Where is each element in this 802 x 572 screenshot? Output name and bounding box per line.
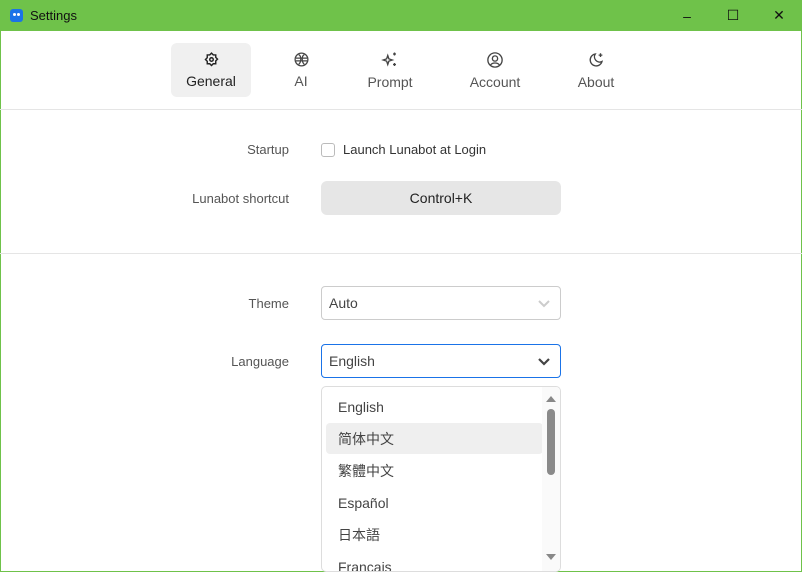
chevron-down-icon (538, 300, 550, 308)
divider (0, 253, 802, 254)
language-select[interactable]: English (321, 344, 561, 378)
ai-knot-icon (293, 52, 309, 67)
tab-label: Account (469, 74, 521, 90)
title-bar: Settings – ☐ ✕ (0, 0, 802, 31)
tab-label: Prompt (367, 74, 413, 90)
tab-label: General (186, 73, 236, 89)
language-option[interactable]: 简体中文 (326, 423, 543, 454)
moon-star-icon (589, 53, 604, 67)
window-title: Settings (30, 8, 77, 23)
language-option[interactable]: 繁體中文 (326, 455, 543, 486)
maximize-button[interactable]: ☐ (710, 0, 756, 31)
tab-about[interactable]: About (556, 43, 636, 97)
tab-bar: General AI Prompt Account About (0, 31, 802, 110)
scrollbar-thumb[interactable] (547, 409, 555, 475)
tab-prompt[interactable]: Prompt (350, 43, 430, 97)
theme-select[interactable]: Auto (321, 286, 561, 320)
language-option[interactable]: Français (326, 551, 543, 572)
tab-ai[interactable]: AI (261, 43, 341, 97)
chevron-down-icon (538, 358, 550, 366)
language-option[interactable]: 日本語 (326, 519, 543, 550)
app-logo-icon (10, 9, 23, 22)
scroll-up-arrow-icon[interactable] (546, 396, 556, 402)
tab-account[interactable]: Account (455, 43, 535, 97)
launch-at-login-checkbox[interactable] (321, 143, 335, 157)
minimize-button[interactable]: – (664, 0, 710, 31)
theme-value: Auto (329, 295, 358, 311)
tab-label: About (577, 74, 615, 90)
language-dropdown: English 简体中文 繁體中文 Español 日本語 Français (321, 386, 561, 572)
sparkles-icon (381, 52, 396, 67)
user-circle-icon (487, 52, 503, 68)
launch-at-login-label[interactable]: Launch Lunabot at Login (343, 142, 486, 157)
language-option[interactable]: English (326, 391, 543, 422)
gear-icon (203, 52, 219, 67)
close-button[interactable]: ✕ (756, 0, 802, 31)
language-label: Language (231, 354, 289, 369)
startup-label: Startup (247, 142, 289, 157)
scroll-down-arrow-icon[interactable] (546, 554, 556, 560)
tab-general[interactable]: General (171, 43, 251, 97)
theme-label: Theme (248, 296, 289, 311)
scrollbar[interactable] (542, 387, 560, 571)
language-option[interactable]: Español (326, 487, 543, 518)
shortcut-label: Lunabot shortcut (192, 191, 289, 206)
language-value: English (329, 353, 375, 369)
tab-label: AI (294, 73, 308, 89)
shortcut-recorder-button[interactable]: Control+K (321, 181, 561, 215)
